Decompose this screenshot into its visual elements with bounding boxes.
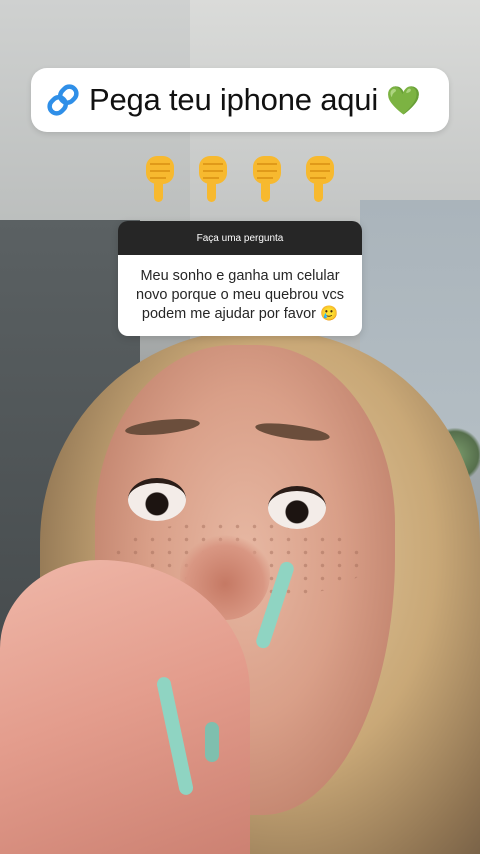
pointing-emojis bbox=[140, 152, 340, 204]
pointing-down-hand-icon bbox=[146, 156, 174, 202]
link-icon bbox=[47, 84, 79, 116]
hand bbox=[0, 560, 250, 854]
question-text: Meu sonho e ganha um celular novo porque… bbox=[118, 255, 362, 336]
right-eye bbox=[268, 486, 326, 529]
pointing-down-hand-icon bbox=[252, 156, 281, 202]
nail bbox=[205, 722, 219, 762]
question-sticker-header: Faça uma pergunta bbox=[118, 221, 362, 255]
left-eye bbox=[128, 478, 186, 521]
link-sticker-text: Pega teu iphone aqui bbox=[89, 82, 379, 117]
question-sticker[interactable]: Faça uma pergunta Meu sonho e ganha um c… bbox=[118, 221, 362, 336]
pointing-down-hand-icon bbox=[305, 156, 334, 202]
pointing-down-hand-icon bbox=[199, 156, 228, 202]
link-sticker[interactable]: Pega teu iphone aqui 💚 bbox=[31, 68, 449, 132]
green-heart-emoji: 💚 bbox=[386, 84, 421, 116]
